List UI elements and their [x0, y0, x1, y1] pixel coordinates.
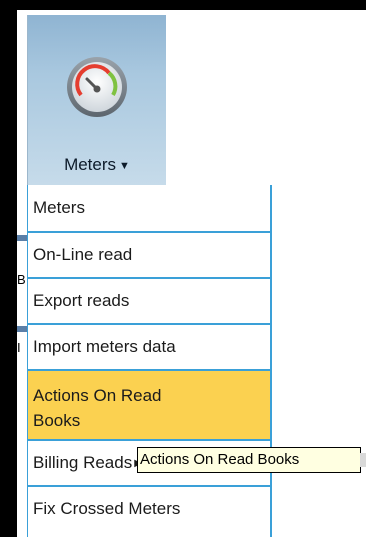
menu-item-label: Import meters data — [33, 337, 176, 356]
menu-item-label: Meters — [33, 198, 85, 217]
background-text: I — [17, 340, 21, 355]
menu-item-label: On-Line read — [33, 245, 133, 264]
menu-item-export-reads[interactable]: Export reads — [28, 277, 270, 323]
background-page-strip: B I — [17, 10, 27, 537]
menu-item-label: Actions On Read Books — [33, 386, 162, 430]
menu-item-meters[interactable]: Meters — [28, 185, 270, 231]
meters-label-text: Meters — [64, 155, 117, 174]
meters-tile-label: Meters ▼ — [28, 155, 166, 175]
window-left-border — [0, 0, 17, 537]
background-text: B — [17, 272, 26, 287]
background-tab-mark — [17, 235, 27, 241]
background-fragment — [360, 453, 366, 467]
menu-item-label: Fix Crossed Meters — [33, 499, 181, 518]
gauge-icon — [65, 55, 129, 119]
background-tab-mark — [17, 326, 27, 332]
menu-item-fix-crossed-meters[interactable]: Fix Crossed Meters — [28, 485, 270, 531]
menu-item-import-meters-data[interactable]: Import meters data — [28, 323, 270, 369]
menu-item-label: Export reads — [33, 291, 130, 310]
meters-tile-button[interactable]: Meters ▼ — [27, 15, 166, 185]
menu-item-on-line-read[interactable]: On-Line read — [28, 231, 270, 277]
meters-dropdown-menu: Meters On-Line read Export reads Import … — [27, 185, 272, 537]
chevron-down-icon: ▼ — [119, 160, 130, 172]
window-top-border — [0, 0, 366, 10]
menu-item-actions-on-read-books[interactable]: Actions On Read Books — [28, 369, 270, 439]
tooltip: Actions On Read Books — [137, 447, 361, 473]
menu-item-label: Billing Reads — [33, 453, 133, 472]
